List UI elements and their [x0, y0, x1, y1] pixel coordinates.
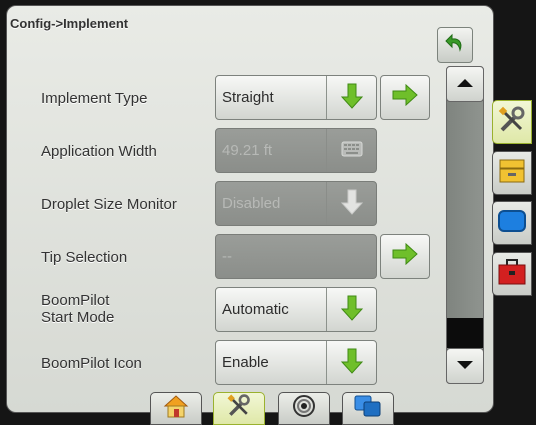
right-arrow-icon [392, 242, 418, 270]
boompilot-icon-dropdown-button[interactable] [326, 341, 376, 384]
tip-selection-label: Tip Selection [41, 249, 128, 266]
down-triangle-icon [456, 357, 474, 375]
implement-type-dropdown-button[interactable] [326, 76, 376, 119]
tab-console[interactable] [492, 151, 532, 195]
tab-home[interactable] [150, 392, 202, 425]
home-icon [163, 394, 189, 423]
tab-tools[interactable] [492, 100, 532, 144]
down-arrow-icon [340, 189, 363, 219]
boompilot-icon-value: Enable [222, 354, 269, 371]
display-icon [497, 207, 527, 240]
tab-toolbox[interactable] [492, 252, 532, 296]
boompilot-start-mode-label: BoomPilot Start Mode [41, 292, 115, 326]
scroll-up-button[interactable] [446, 66, 484, 102]
droplet-size-monitor-label: Droplet Size Monitor [41, 196, 177, 213]
tools-icon [497, 105, 527, 140]
back-button[interactable] [437, 27, 473, 63]
boompilot-icon-label: BoomPilot Icon [41, 355, 142, 372]
right-arrow-icon [392, 83, 418, 111]
boompilot-start-mode-dropdown[interactable]: Automatic [215, 287, 377, 332]
application-width-field: 49.21 ft [215, 128, 377, 173]
droplet-size-monitor-dropdown: Disabled [215, 181, 377, 226]
implement-type-label: Implement Type [41, 90, 148, 107]
boompilot-start-mode-value: Automatic [222, 301, 289, 318]
up-triangle-icon [456, 75, 474, 93]
screen-frame: Config->Implement Implement Type Straigh… [0, 0, 536, 425]
tip-selection-value: -- [222, 248, 232, 265]
down-arrow-icon [340, 348, 363, 378]
tab-gps[interactable] [278, 392, 330, 425]
boompilot-start-mode-dropdown-button[interactable] [326, 288, 376, 331]
keyboard-button [326, 129, 376, 172]
tools-icon [225, 393, 253, 424]
application-width-value: 49.21 ft [222, 142, 273, 159]
droplet-size-monitor-value: Disabled [222, 195, 281, 212]
application-width-label: Application Width [41, 143, 157, 160]
boompilot-icon-dropdown[interactable]: Enable [215, 340, 377, 385]
tip-selection-field: -- [215, 234, 377, 279]
tab-configuration[interactable] [213, 392, 265, 425]
gps-icon [291, 393, 317, 424]
keyboard-icon [341, 141, 363, 161]
implement-type-dropdown[interactable]: Straight [215, 75, 377, 120]
scrollbar-thumb[interactable] [447, 318, 483, 348]
page-title: Config->Implement [10, 16, 129, 31]
console-icon [497, 157, 527, 190]
overlap-icon [353, 394, 383, 423]
implement-type-next-button[interactable] [380, 75, 430, 120]
tab-display[interactable] [492, 201, 532, 245]
tip-selection-next-button[interactable] [380, 234, 430, 279]
down-arrow-icon [340, 295, 363, 325]
droplet-size-monitor-dropdown-button [326, 182, 376, 225]
scroll-down-button[interactable] [446, 348, 484, 384]
down-arrow-icon [340, 83, 363, 113]
toolbox-icon [497, 257, 527, 292]
return-arrow-icon [444, 32, 466, 59]
tab-overlap[interactable] [342, 392, 394, 425]
implement-type-value: Straight [222, 89, 274, 106]
